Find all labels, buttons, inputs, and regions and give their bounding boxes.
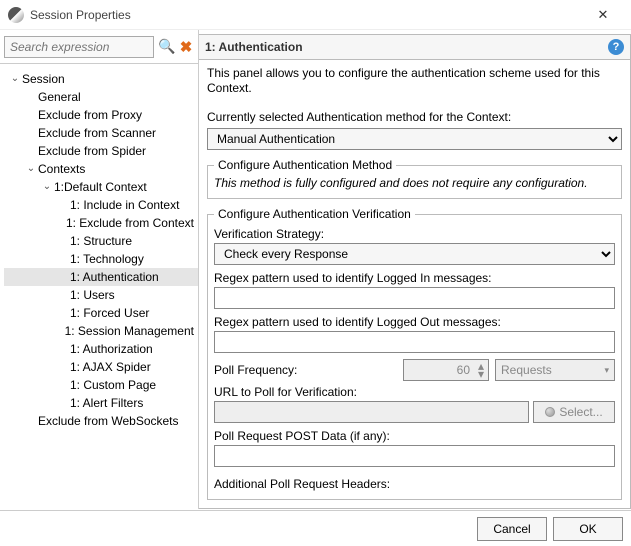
tree-item[interactable]: 1: Alert Filters (4, 394, 198, 412)
help-icon[interactable]: ? (608, 39, 624, 55)
search-icon[interactable]: 🔍 (158, 38, 174, 55)
post-data-input[interactable] (214, 445, 615, 467)
tree-item[interactable]: 1: Session Management (4, 322, 198, 340)
tree-item[interactable]: Exclude from Proxy (4, 106, 198, 124)
panel-body: This panel allows you to configure the a… (199, 60, 631, 509)
cancel-button[interactable]: Cancel (477, 517, 547, 541)
tree-session[interactable]: ⌄Session (4, 70, 198, 88)
tree-item[interactable]: Exclude from Scanner (4, 124, 198, 142)
poll-frequency-value[interactable] (404, 360, 474, 380)
select-url-button[interactable]: Select... (533, 401, 615, 423)
tree-item[interactable]: 1: Structure (4, 232, 198, 250)
tree-item[interactable]: 1: Forced User (4, 304, 198, 322)
verification-strategy-select[interactable]: Check every Response (214, 243, 615, 265)
legend-auth-method: Configure Authentication Method (214, 158, 396, 172)
globe-icon (545, 407, 555, 417)
tree-item[interactable]: 1: Custom Page (4, 376, 198, 394)
search-row: 🔍 ✖ (0, 30, 198, 64)
clear-search-icon[interactable]: ✖ (178, 38, 194, 56)
app-icon (8, 7, 24, 23)
chevron-down-icon[interactable]: ⌄ (8, 70, 22, 88)
window-title: Session Properties (30, 8, 583, 22)
tree-item[interactable]: Exclude from WebSockets (4, 412, 198, 430)
regex-out-input[interactable] (214, 331, 615, 353)
tree-item[interactable]: 1: Users (4, 286, 198, 304)
chevron-down-icon[interactable]: ⌄ (40, 178, 54, 196)
content: 🔍 ✖ ⌄Session General Exclude from Proxy … (0, 30, 631, 509)
sidebar: 🔍 ✖ ⌄Session General Exclude from Proxy … (0, 30, 199, 509)
panel-desc: This panel allows you to configure the a… (207, 66, 622, 96)
tree-contexts[interactable]: ⌄Contexts (4, 160, 198, 178)
tree-item-authentication[interactable]: 1: Authentication (4, 268, 198, 286)
auth-method-note: This method is fully configured and does… (214, 176, 615, 190)
spinner-arrows-icon[interactable]: ▴▾ (474, 362, 488, 378)
poll-frequency-row: Poll Frequency: ▴▾ Requests▾ (214, 359, 615, 381)
close-icon[interactable]: ✕ (583, 7, 623, 23)
method-label: Currently selected Authentication method… (207, 110, 622, 124)
auth-method-select[interactable]: Manual Authentication (207, 128, 622, 150)
url-label: URL to Poll for Verification: (214, 385, 615, 399)
regex-out-label: Regex pattern used to identify Logged Ou… (214, 315, 615, 329)
tree-item[interactable]: 1: Technology (4, 250, 198, 268)
footer: Cancel OK (0, 510, 631, 546)
strategy-label: Verification Strategy: (214, 227, 615, 241)
poll-unit-select[interactable]: Requests▾ (495, 359, 615, 381)
tree-item[interactable]: General (4, 88, 198, 106)
tree-item[interactable]: 1: AJAX Spider (4, 358, 198, 376)
ok-button[interactable]: OK (553, 517, 623, 541)
legend-auth-verify: Configure Authentication Verification (214, 207, 415, 221)
tree-item[interactable]: 1: Authorization (4, 340, 198, 358)
tree: ⌄Session General Exclude from Proxy Excl… (0, 64, 198, 509)
tree-default-context[interactable]: ⌄1:Default Context (4, 178, 198, 196)
fieldset-auth-verify: Configure Authentication Verification Ve… (207, 207, 622, 500)
fieldset-auth-method: Configure Authentication Method This met… (207, 158, 622, 199)
chevron-down-icon[interactable]: ⌄ (24, 160, 38, 178)
poll-url-input[interactable] (214, 401, 529, 423)
panel-title: 1: Authentication (205, 40, 303, 54)
panel-header: 1: Authentication ? (199, 34, 631, 60)
additional-headers-label: Additional Poll Request Headers: (214, 477, 615, 491)
tree-item[interactable]: Exclude from Spider (4, 142, 198, 160)
regex-in-label: Regex pattern used to identify Logged In… (214, 271, 615, 285)
titlebar: Session Properties ✕ (0, 0, 631, 30)
chevron-down-icon: ▾ (604, 365, 609, 376)
regex-in-input[interactable] (214, 287, 615, 309)
poll-frequency-spinner[interactable]: ▴▾ (403, 359, 489, 381)
post-data-label: Poll Request POST Data (if any): (214, 429, 615, 443)
panel: 1: Authentication ? This panel allows yo… (199, 30, 631, 509)
tree-item[interactable]: 1: Include in Context (4, 196, 198, 214)
poll-frequency-label: Poll Frequency: (214, 363, 397, 377)
search-input[interactable] (4, 36, 154, 58)
tree-item[interactable]: 1: Exclude from Context (4, 214, 198, 232)
